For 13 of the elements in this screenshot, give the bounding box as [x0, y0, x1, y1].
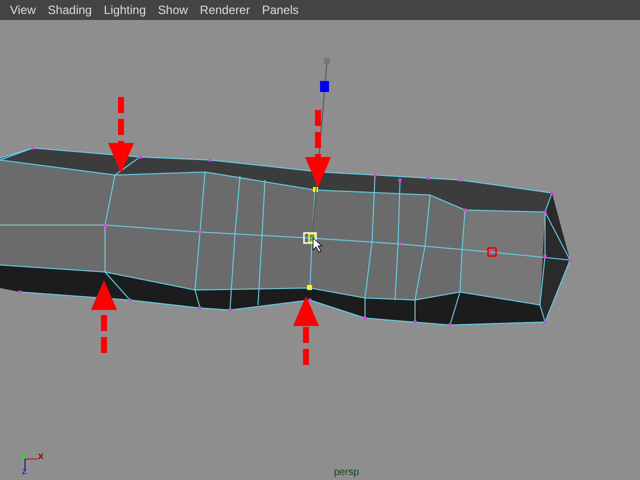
- menu-item[interactable]: Renderer: [194, 0, 256, 20]
- axis-gizmo-drawing: [24, 458, 38, 470]
- menu-item[interactable]: Panels: [256, 0, 305, 20]
- menu-item[interactable]: View: [4, 0, 42, 20]
- menu-item[interactable]: Show: [152, 0, 194, 20]
- pivot-icon: [487, 247, 497, 257]
- pointer-arrow: [293, 296, 319, 365]
- camera-label: persp: [334, 467, 360, 478]
- menu-item[interactable]: Shading: [42, 0, 98, 20]
- axis-label: x: [38, 451, 44, 462]
- axis-label: y: [21, 451, 26, 461]
- cursor-icon: [312, 237, 323, 252]
- menu-item[interactable]: Lighting: [98, 0, 152, 20]
